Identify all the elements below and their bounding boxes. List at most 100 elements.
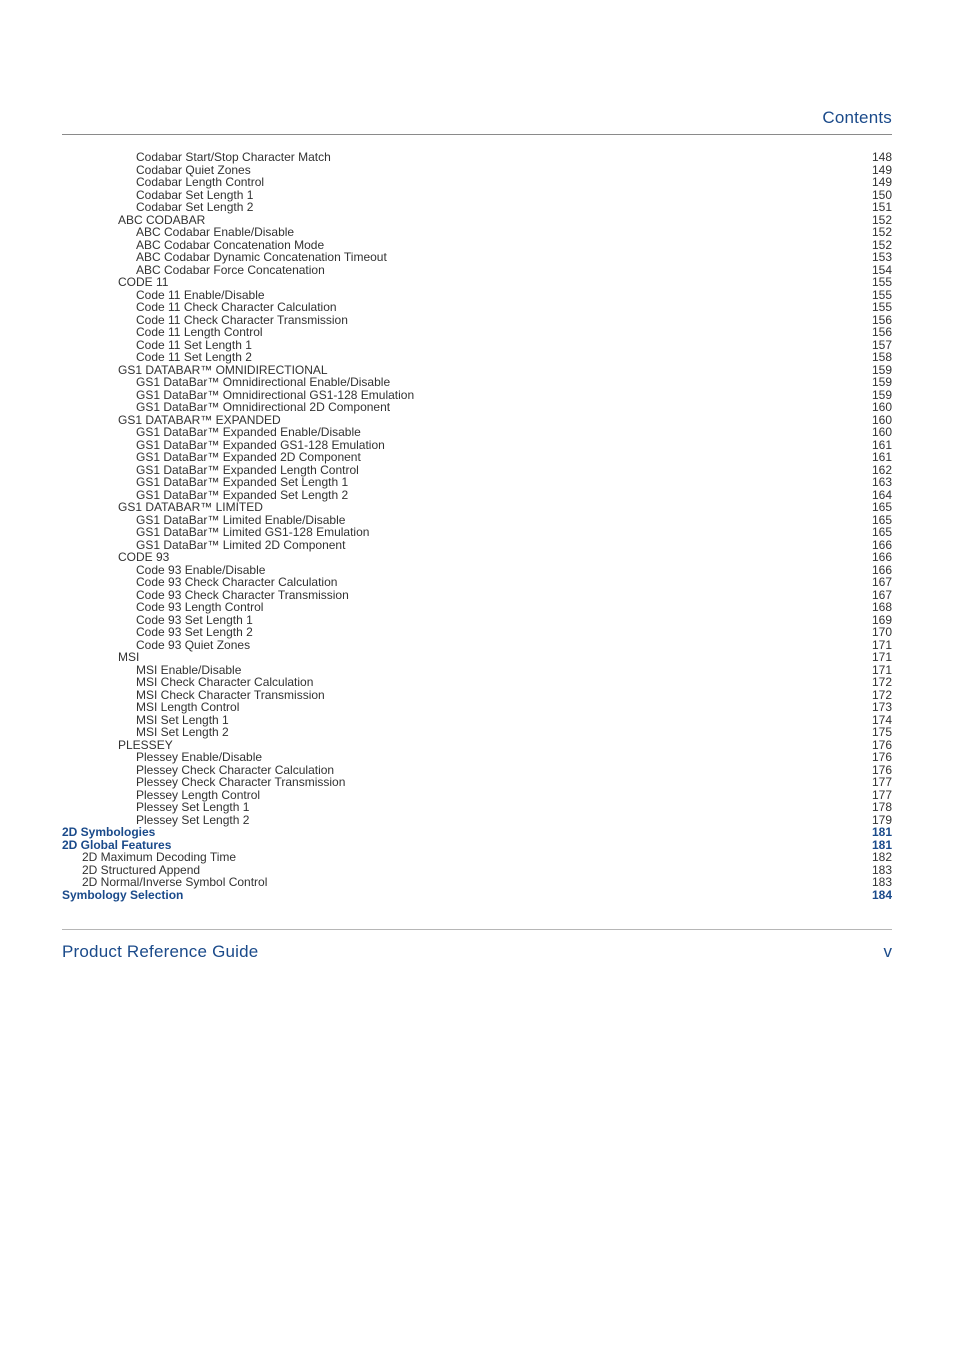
toc-entry-label: GS1 DataBar™ Expanded Enable/Disable (136, 426, 361, 438)
toc-entry[interactable]: Code 93 Check Character Calculation167 (62, 576, 892, 588)
toc-entry[interactable]: 2D Maximum Decoding Time182 (62, 851, 892, 863)
toc-entry-label: GS1 DataBar™ Expanded Length Control (136, 464, 359, 476)
toc-entry[interactable]: Plessey Set Length 2179 (62, 814, 892, 826)
toc-entry[interactable]: Code 93 Length Control168 (62, 601, 892, 613)
toc-entry-page: 161 (872, 451, 892, 463)
toc-entry[interactable]: Code 11 Check Character Calculation155 (62, 301, 892, 313)
toc-entry-label: Plessey Check Character Transmission (136, 776, 345, 788)
toc-entry-page: 157 (872, 339, 892, 351)
toc-entry[interactable]: Code 93 Check Character Transmission167 (62, 589, 892, 601)
toc-entry[interactable]: CODE 93166 (62, 551, 892, 563)
toc-entry-page: 170 (872, 626, 892, 638)
toc-entry[interactable]: Codabar Quiet Zones149 (62, 164, 892, 176)
toc-entry-label: GS1 DataBar™ Expanded GS1-128 Emulation (136, 439, 385, 451)
toc-entry-label: PLESSEY (118, 739, 173, 751)
toc-entry[interactable]: CODE 11 155 (62, 276, 892, 288)
toc-entry[interactable]: Symbology Selection 184 (62, 889, 892, 901)
toc-entry-page: 177 (872, 789, 892, 801)
toc-entry[interactable]: Code 93 Quiet Zones171 (62, 639, 892, 651)
toc-entry-label: GS1 DataBar™ Omnidirectional Enable/Disa… (136, 376, 390, 388)
toc-entry[interactable]: Plessey Enable/Disable176 (62, 751, 892, 763)
toc-entry-label: GS1 DATABAR™ LIMITED (118, 501, 263, 513)
toc-entry[interactable]: Code 11 Enable/Disable155 (62, 289, 892, 301)
toc-entry[interactable]: GS1 DataBar™ Expanded Set Length 2164 (62, 489, 892, 501)
toc-entry-label: CODE 11 (118, 276, 168, 288)
footer-left: Product Reference Guide (62, 942, 258, 962)
toc-entry[interactable]: GS1 DATABAR™ LIMITED 165 (62, 501, 892, 513)
toc-entry[interactable]: ABC Codabar Enable/Disable152 (62, 226, 892, 238)
toc-entry[interactable]: MSI Check Character Calculation172 (62, 676, 892, 688)
toc-entry-page: 160 (872, 414, 892, 426)
toc-entry[interactable]: GS1 DATABAR™ EXPANDED160 (62, 414, 892, 426)
toc-entry[interactable]: GS1 DataBar™ Expanded 2D Component161 (62, 451, 892, 463)
toc-entry[interactable]: GS1 DataBar™ Omnidirectional Enable/Disa… (62, 376, 892, 388)
toc-entry[interactable]: Codabar Set Length 2151 (62, 201, 892, 213)
toc-entry[interactable]: ABC Codabar Concatenation Mode152 (62, 239, 892, 251)
toc-entry[interactable]: Code 93 Enable/Disable166 (62, 564, 892, 576)
toc-entry[interactable]: 2D Normal/Inverse Symbol Control183 (62, 876, 892, 888)
toc-entry-page: 165 (872, 514, 892, 526)
toc-entry[interactable]: PLESSEY176 (62, 739, 892, 751)
toc-entry-page: 150 (872, 189, 892, 201)
toc-entry-label: 2D Symbologies (62, 826, 155, 838)
toc-entry[interactable]: MSI Set Length 2175 (62, 726, 892, 738)
toc-entry-label: Codabar Set Length 1 (136, 189, 253, 201)
toc-entry[interactable]: Code 11 Check Character Transmission156 (62, 314, 892, 326)
toc-entry[interactable]: GS1 DATABAR™ OMNIDIRECTIONAL159 (62, 364, 892, 376)
toc-entry[interactable]: GS1 DataBar™ Limited GS1-128 Emulation16… (62, 526, 892, 538)
toc-entry[interactable]: Code 93 Set Length 1169 (62, 614, 892, 626)
toc-entry[interactable]: Code 93 Set Length 2170 (62, 626, 892, 638)
toc-entry[interactable]: GS1 DataBar™ Limited 2D Component 166 (62, 539, 892, 551)
toc-entry[interactable]: Code 11 Set Length 1157 (62, 339, 892, 351)
toc-entry-label: MSI Length Control (136, 701, 239, 713)
toc-entry-label: ABC Codabar Dynamic Concatenation Timeou… (136, 251, 387, 263)
toc-entry-page: 158 (872, 351, 892, 363)
toc-entry-page: 165 (872, 501, 892, 513)
toc-entry-label: Code 11 Set Length 2 (136, 351, 252, 363)
toc-entry-label: Symbology Selection (62, 889, 183, 901)
toc-entry[interactable]: GS1 DataBar™ Expanded GS1-128 Emulation1… (62, 439, 892, 451)
page-header: Contents (62, 108, 892, 128)
toc-entry[interactable]: Plessey Check Character Transmission177 (62, 776, 892, 788)
toc-entry[interactable]: Code 11 Set Length 2 158 (62, 351, 892, 363)
toc-entry[interactable]: Plessey Length Control177 (62, 789, 892, 801)
toc-entry-label: Codabar Quiet Zones (136, 164, 251, 176)
toc-entry-label: CODE 93 (118, 551, 169, 563)
toc-entry-label: GS1 DataBar™ Limited 2D Component (136, 539, 345, 551)
toc-entry-page: 159 (872, 389, 892, 401)
toc-entry[interactable]: GS1 DataBar™ Expanded Set Length 1163 (62, 476, 892, 488)
toc-entry[interactable]: GS1 DataBar™ Limited Enable/Disable165 (62, 514, 892, 526)
toc-entry[interactable]: MSI Set Length 1174 (62, 714, 892, 726)
toc-entry[interactable]: Codabar Set Length 1 150 (62, 189, 892, 201)
toc-entry[interactable]: 2D Structured Append183 (62, 864, 892, 876)
toc-entry-label: 2D Structured Append (82, 864, 200, 876)
toc-entry[interactable]: ABC CODABAR152 (62, 214, 892, 226)
toc-entry-label: GS1 DataBar™ Limited GS1-128 Emulation (136, 526, 369, 538)
toc-entry[interactable]: 2D Symbologies 181 (62, 826, 892, 838)
toc-entry[interactable]: MSI171 (62, 651, 892, 663)
toc-entry-label: ABC CODABAR (118, 214, 205, 226)
toc-entry-label: Plessey Check Character Calculation (136, 764, 334, 776)
toc-entry-page: 155 (872, 276, 892, 288)
toc-entry[interactable]: GS1 DataBar™ Expanded Enable/Disable160 (62, 426, 892, 438)
toc-entry-page: 166 (872, 539, 892, 551)
table-of-contents: Codabar Start/Stop Character Match148Cod… (62, 151, 892, 901)
toc-entry[interactable]: MSI Enable/Disable171 (62, 664, 892, 676)
toc-entry[interactable]: GS1 DataBar™ Expanded Length Control162 (62, 464, 892, 476)
toc-entry[interactable]: ABC Codabar Dynamic Concatenation Timeou… (62, 251, 892, 263)
toc-entry[interactable]: Codabar Length Control149 (62, 176, 892, 188)
toc-entry[interactable]: 2D Global Features181 (62, 839, 892, 851)
toc-entry[interactable]: Plessey Set Length 1178 (62, 801, 892, 813)
toc-entry[interactable]: Code 11 Length Control156 (62, 326, 892, 338)
toc-entry[interactable]: MSI Check Character Transmission172 (62, 689, 892, 701)
toc-entry[interactable]: ABC Codabar Force Concatenation154 (62, 264, 892, 276)
toc-entry[interactable]: GS1 DataBar™ Omnidirectional GS1-128 Emu… (62, 389, 892, 401)
toc-entry-label: Plessey Set Length 1 (136, 801, 249, 813)
toc-entry-page: 182 (872, 851, 892, 863)
toc-entry[interactable]: Plessey Check Character Calculation176 (62, 764, 892, 776)
toc-entry[interactable]: GS1 DataBar™ Omnidirectional 2D Componen… (62, 401, 892, 413)
toc-entry[interactable]: MSI Length Control173 (62, 701, 892, 713)
toc-entry-page: 152 (872, 226, 892, 238)
toc-entry-label: MSI Check Character Transmission (136, 689, 325, 701)
toc-entry[interactable]: Codabar Start/Stop Character Match148 (62, 151, 892, 163)
